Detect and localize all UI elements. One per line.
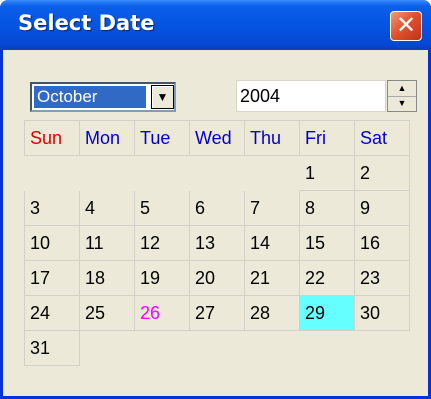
weekday-header: Mon	[79, 120, 135, 156]
calendar-day-cell[interactable]: 1	[299, 155, 355, 191]
calendar-day-cell[interactable]: 26	[134, 295, 190, 331]
arrow-up-icon: ▲	[397, 83, 407, 93]
title-bar[interactable]: Select Date ✕	[0, 0, 431, 50]
calendar-empty-cell	[189, 330, 245, 366]
calendar-day-cell[interactable]: 16	[354, 225, 410, 261]
dialog-title: Select Date	[18, 11, 155, 35]
weekday-header: Tue	[134, 120, 190, 156]
calendar-week-row: 3456789	[24, 190, 410, 226]
calendar-day-cell[interactable]: 18	[79, 260, 135, 296]
calendar-empty-cell	[79, 155, 135, 191]
calendar-empty-cell	[354, 330, 410, 366]
weekday-header: Wed	[189, 120, 245, 156]
calendar-day-cell[interactable]: 27	[189, 295, 245, 331]
close-button[interactable]: ✕	[390, 11, 422, 41]
calendar-day-cell[interactable]: 4	[79, 190, 135, 226]
calendar-day-cell[interactable]: 2	[354, 155, 410, 191]
calendar-day-cell[interactable]: 12	[134, 225, 190, 261]
calendar-day-cell[interactable]: 28	[244, 295, 300, 331]
calendar-empty-cell	[134, 155, 190, 191]
calendar-day-cell[interactable]: 24	[24, 295, 80, 331]
calendar-day-cell[interactable]: 10	[24, 225, 80, 261]
weekday-header: Sat	[354, 120, 410, 156]
calendar-day-cell[interactable]: 7	[244, 190, 300, 226]
weekday-header-row: Sun Mon Tue Wed Thu Fri Sat	[24, 120, 410, 156]
year-decrement-button[interactable]: ▼	[388, 96, 416, 111]
weekday-header: Thu	[244, 120, 300, 156]
chevron-down-icon: ▼	[156, 90, 169, 104]
calendar-day-cell[interactable]: 15	[299, 225, 355, 261]
select-date-dialog: Select Date ✕ October ▼ 2004 ▲ ▼ Sun Mon…	[0, 0, 431, 399]
calendar-empty-cell	[79, 330, 135, 366]
weekday-header: Fri	[299, 120, 355, 156]
month-dropdown[interactable]: October ▼	[30, 82, 176, 112]
calendar-grid: Sun Mon Tue Wed Thu Fri Sat 1 2 3 4 5 6 7 8 9 10 1…	[24, 120, 410, 366]
dropdown-arrow-button[interactable]: ▼	[151, 85, 174, 109]
calendar-day-cell[interactable]: 14	[244, 225, 300, 261]
calendar-day-cell[interactable]: 6	[189, 190, 245, 226]
arrow-down-icon: ▼	[397, 98, 407, 108]
calendar-week-row: 10 11 12 13 14 15 16	[24, 225, 410, 261]
calendar-day-cell[interactable]: 31	[24, 330, 80, 366]
calendar-empty-cell	[134, 330, 190, 366]
calendar-week-row: 12	[24, 155, 410, 191]
calendar-day-cell[interactable]: 9	[354, 190, 410, 226]
calendar-empty-cell	[299, 330, 355, 366]
calendar-day-cell[interactable]: 19	[134, 260, 190, 296]
calendar-body: 1 2 3 4 5 6 7 8 9 10 11 12 13 14 15 16 17 18 19 20 21 22 23 24 2…	[24, 155, 410, 366]
calendar-day-cell[interactable]: 30	[354, 295, 410, 331]
calendar-day-cell[interactable]: 13	[189, 225, 245, 261]
calendar-day-cell[interactable]: 11	[79, 225, 135, 261]
calendar-week-row: 24 25 26 27 28 29 30	[24, 295, 410, 331]
calendar-day-cell[interactable]: 8	[299, 190, 355, 226]
calendar-week-row: 31	[24, 330, 410, 366]
year-increment-button[interactable]: ▲	[388, 81, 416, 97]
calendar-day-cell[interactable]: 5	[134, 190, 190, 226]
calendar-day-cell[interactable]: 25	[79, 295, 135, 331]
close-icon: ✕	[395, 11, 417, 39]
calendar-day-cell[interactable]: 20	[189, 260, 245, 296]
month-selected-value: October	[34, 86, 146, 108]
weekday-header: Sun	[24, 120, 80, 156]
calendar-day-cell[interactable]: 17	[24, 260, 80, 296]
calendar-empty-cell	[24, 155, 80, 191]
year-spinner[interactable]: ▲ ▼	[387, 80, 417, 112]
calendar-empty-cell	[189, 155, 245, 191]
calendar-day-cell[interactable]: 22	[299, 260, 355, 296]
calendar-empty-cell	[244, 330, 300, 366]
calendar-day-cell[interactable]: 3	[24, 190, 80, 226]
calendar-day-cell[interactable]: 29	[299, 295, 355, 331]
calendar-empty-cell	[244, 155, 300, 191]
calendar-week-row: 17 18 19 20 21 22 23	[24, 260, 410, 296]
calendar-day-cell[interactable]: 21	[244, 260, 300, 296]
year-input[interactable]: 2004	[236, 80, 386, 112]
calendar-day-cell[interactable]: 23	[354, 260, 410, 296]
